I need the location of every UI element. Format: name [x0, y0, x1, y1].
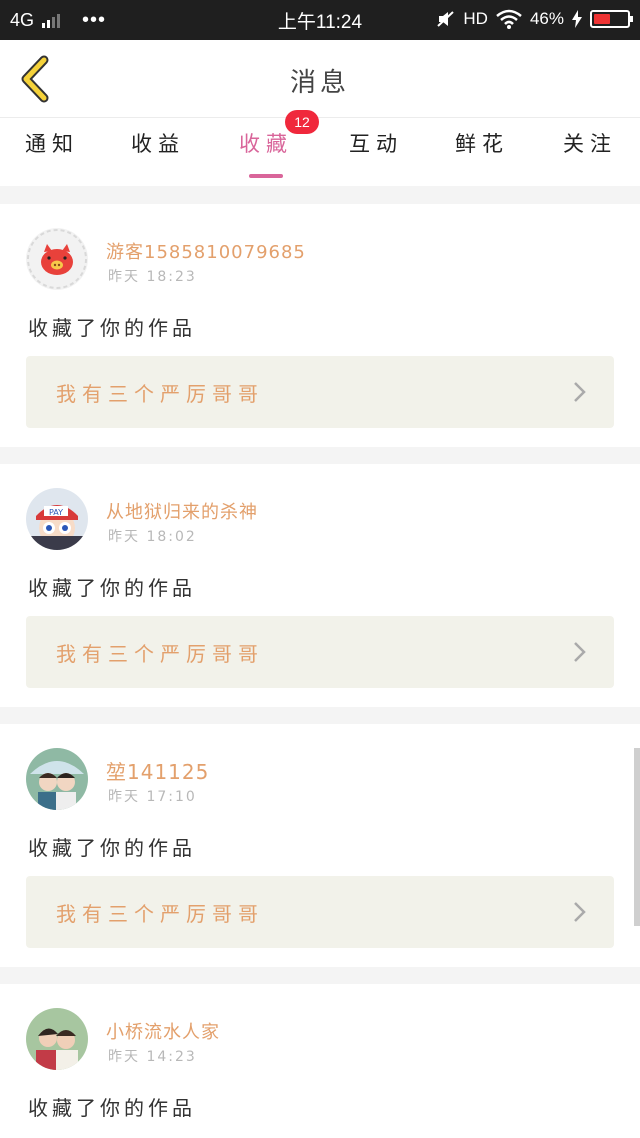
work-title: 我有三个严厉哥哥 [56, 642, 264, 666]
work-title: 我有三个严厉哥哥 [56, 902, 264, 926]
cartoon-cap-avatar[interactable]: PAY [26, 488, 88, 550]
work-title: 我有三个严厉哥哥 [56, 382, 264, 406]
status-bar: 4G ••• 上午11:24 HD 46% [0, 0, 640, 40]
hd-label: HD [463, 9, 488, 28]
pig-avatar-icon [26, 228, 88, 290]
message-card: 游客1585810079685 昨天 18:23 收藏了你的作品 我有三个严厉哥… [0, 204, 640, 447]
battery-percent: 46% [529, 9, 564, 28]
active-tab-indicator [249, 174, 283, 178]
tab-label: 通知 [25, 132, 79, 156]
chevron-right-icon [574, 642, 586, 662]
cartoon-cap-avatar-icon: PAY [26, 488, 88, 550]
action-text: 收藏了你的作品 [28, 1096, 196, 1120]
pig-avatar[interactable] [26, 228, 88, 290]
status-right: HD 46% [437, 9, 633, 29]
chevron-right-icon [574, 382, 586, 402]
header: 消息 [0, 40, 640, 118]
svg-text:PAY: PAY [49, 508, 63, 517]
work-link[interactable]: 我有三个严厉哥哥 [26, 876, 614, 948]
message-card: PAY 从地狱归来的杀神 昨天 18:02 收藏了你的作品 我有三个严厉哥哥 [0, 464, 640, 707]
username[interactable]: 堃141125 [106, 756, 209, 785]
mute-icon [437, 11, 455, 27]
couple-photo-avatar[interactable] [26, 1008, 88, 1070]
action-text: 收藏了你的作品 [28, 576, 196, 600]
tab-label: 关注 [563, 132, 617, 156]
action-text: 收藏了你的作品 [28, 316, 196, 340]
wifi-icon [496, 9, 522, 29]
work-link[interactable]: 我有三个严厉哥哥 [26, 356, 614, 428]
tab-label: 收藏 [239, 132, 293, 156]
unread-badge: 12 [285, 110, 319, 134]
tab-label: 鲜花 [455, 132, 509, 156]
charging-icon [572, 10, 582, 28]
username[interactable]: 游客1585810079685 [106, 238, 306, 264]
tab-notify[interactable]: 通知 [12, 128, 92, 158]
tab-interaction[interactable]: 互动 [336, 128, 416, 158]
work-link[interactable]: 我有三个严厉哥哥 [26, 616, 614, 688]
couple-umbrella-avatar-icon [26, 748, 88, 810]
scrollbar-thumb[interactable] [634, 748, 640, 926]
timestamp: 昨天 18:23 [108, 269, 197, 285]
couple-umbrella-avatar[interactable] [26, 748, 88, 810]
tab-label: 收益 [131, 132, 185, 156]
action-text: 收藏了你的作品 [28, 836, 196, 860]
tab-earnings[interactable]: 收益 [118, 128, 198, 158]
tab-flowers[interactable]: 鲜花 [442, 128, 522, 158]
page-title: 消息 [289, 68, 350, 98]
couple-photo-avatar-icon [26, 1008, 88, 1070]
timestamp: 昨天 18:02 [108, 529, 197, 545]
message-card: 小桥流水人家 昨天 14:23 收藏了你的作品 [0, 984, 640, 1138]
timestamp: 昨天 14:23 [108, 1049, 197, 1065]
battery-icon [590, 10, 633, 28]
timestamp: 昨天 17:10 [108, 789, 197, 805]
tab-bar: 通知 收益 收藏 12 互动 鲜花 关注 [0, 110, 640, 186]
username[interactable]: 小桥流水人家 [106, 1018, 220, 1044]
chevron-right-icon [574, 902, 586, 922]
tab-label: 互动 [349, 132, 403, 156]
message-card: 堃141125 昨天 17:10 收藏了你的作品 我有三个严厉哥哥 [0, 724, 640, 967]
username[interactable]: 从地狱归来的杀神 [106, 498, 258, 524]
tab-follow[interactable]: 关注 [550, 128, 630, 158]
